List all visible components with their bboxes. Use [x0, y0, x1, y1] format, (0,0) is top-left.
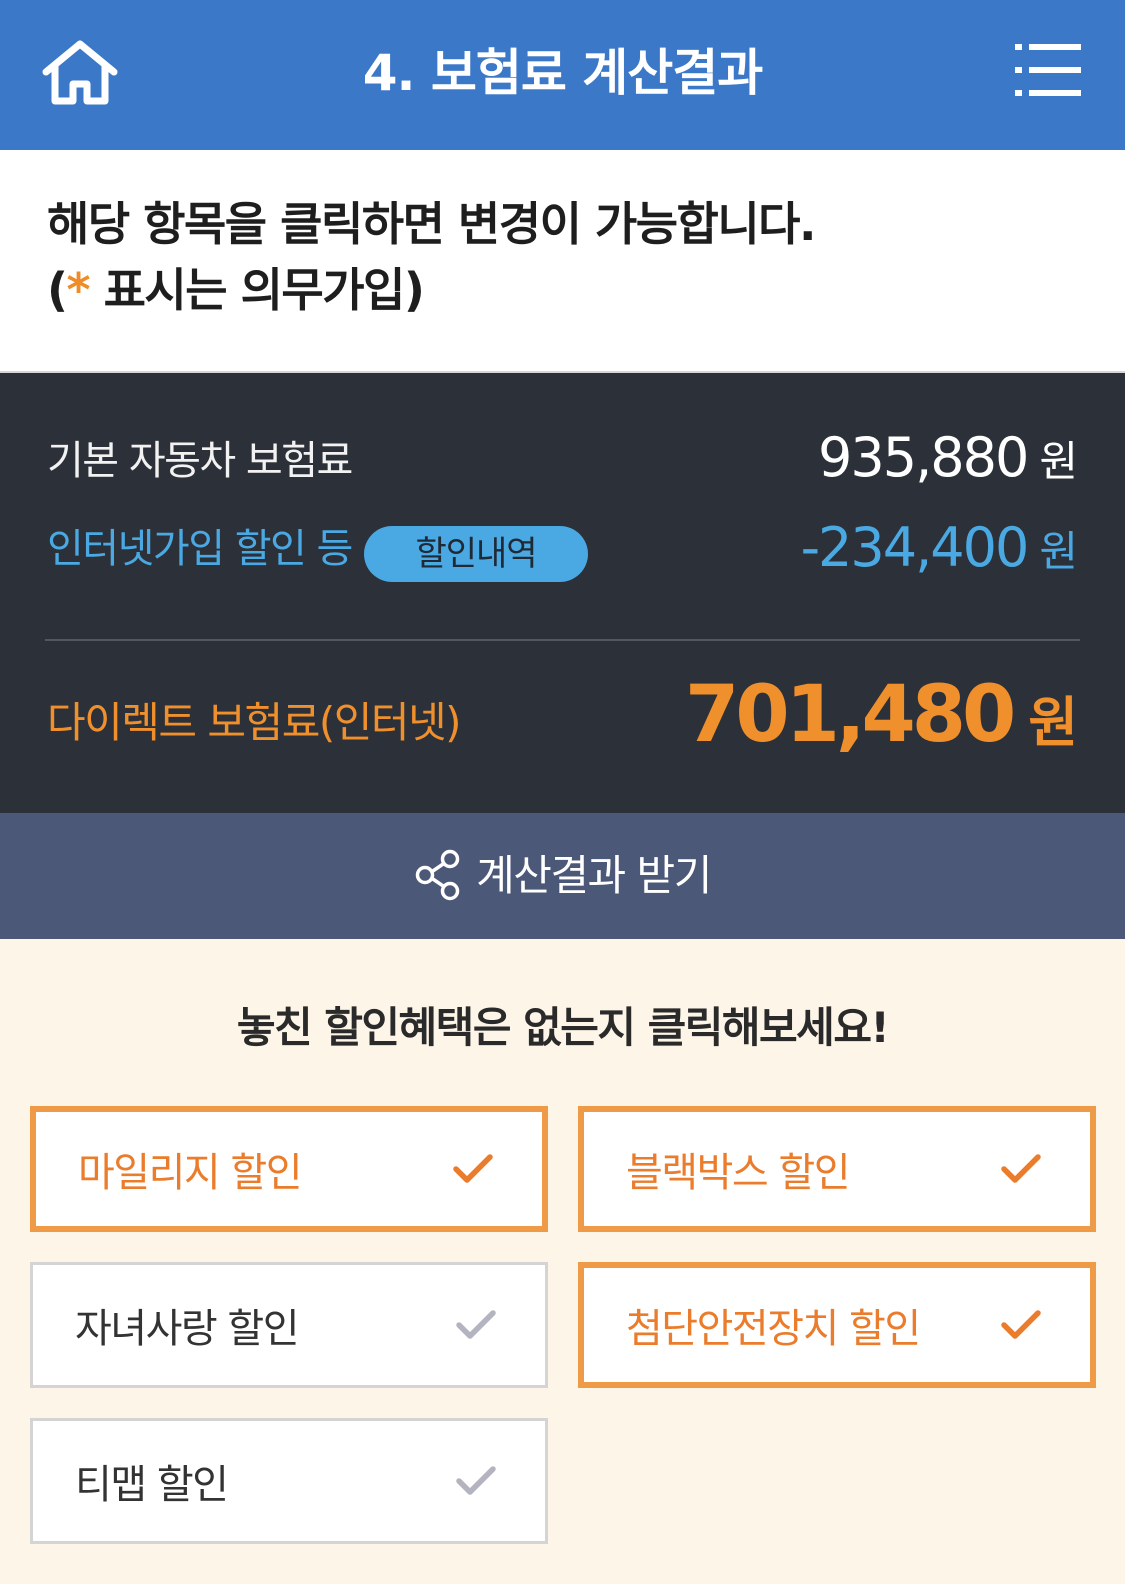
- page-title: 4. 보험료 계산결과: [362, 44, 764, 102]
- basic-premium-value: 935,880: [818, 426, 1029, 489]
- direct-premium-amount: 701,480 원: [685, 665, 1078, 773]
- basic-premium-amount: 935,880 원: [818, 425, 1078, 495]
- summary-divider: [45, 639, 1080, 641]
- required-star-icon: *: [66, 263, 91, 317]
- direct-premium-label: 다이렉트 보험료(인터넷): [47, 698, 462, 747]
- basic-premium-unit: 원: [1039, 437, 1078, 486]
- discount-heading: 놓친 할인혜택은 없는지 클릭해보세요!: [236, 1003, 890, 1052]
- menu-button[interactable]: [1015, 42, 1081, 100]
- option-label: 티맵 할인: [75, 1462, 229, 1508]
- discount-detail-button[interactable]: 할인내역: [364, 526, 588, 582]
- blackbox-discount-option[interactable]: 블랙박스 할인: [578, 1106, 1096, 1232]
- direct-premium-unit: 원: [1028, 691, 1078, 754]
- notice-required-text: 표시는 의무가입): [103, 263, 425, 317]
- notice-panel: 해당 항목을 클릭하면 변경이 가능합니다. (* 표시는 의무가입): [0, 150, 1125, 373]
- premium-summary: 기본 자동차 보험료 935,880 원 인터넷가입 할인 등 할인내역 -234…: [0, 373, 1125, 813]
- check-icon: [456, 1466, 496, 1495]
- discount-unit: 원: [1039, 527, 1078, 576]
- check-icon: [1001, 1154, 1041, 1183]
- tmap-discount-option[interactable]: 티맵 할인: [30, 1418, 548, 1544]
- check-icon: [1001, 1310, 1041, 1339]
- option-label: 자녀사랑 할인: [75, 1306, 300, 1352]
- direct-premium-value: 701,480: [685, 670, 1016, 760]
- app-header: 4. 보험료 계산결과: [0, 0, 1125, 150]
- check-icon: [453, 1154, 493, 1183]
- discount-value: -234,400: [800, 516, 1030, 579]
- mileage-discount-option[interactable]: 마일리지 할인: [30, 1106, 548, 1232]
- check-icon: [456, 1310, 496, 1339]
- get-result-button[interactable]: 계산결과 받기: [0, 813, 1125, 939]
- notice-paren: (: [47, 263, 68, 317]
- menu-list-icon: [1015, 44, 1081, 96]
- basic-premium-label: 기본 자동차 보험료: [47, 438, 353, 484]
- notice-line-2: (* 표시는 의무가입): [47, 260, 425, 320]
- get-result-label: 계산결과 받기: [476, 851, 712, 900]
- option-label: 마일리지 할인: [78, 1150, 303, 1196]
- option-label: 블랙박스 할인: [626, 1150, 851, 1196]
- notice-line-1: 해당 항목을 클릭하면 변경이 가능합니다.: [47, 197, 816, 251]
- share-icon: [415, 849, 460, 900]
- get-result-content: 계산결과 받기: [0, 846, 1125, 906]
- discount-label[interactable]: 인터넷가입 할인 등: [47, 523, 353, 575]
- child-love-discount-option[interactable]: 자녀사랑 할인: [30, 1262, 548, 1388]
- discount-amount: -234,400 원: [801, 515, 1078, 585]
- safety-device-discount-option[interactable]: 첨단안전장치 할인: [578, 1262, 1096, 1388]
- option-label: 첨단안전장치 할인: [626, 1306, 921, 1352]
